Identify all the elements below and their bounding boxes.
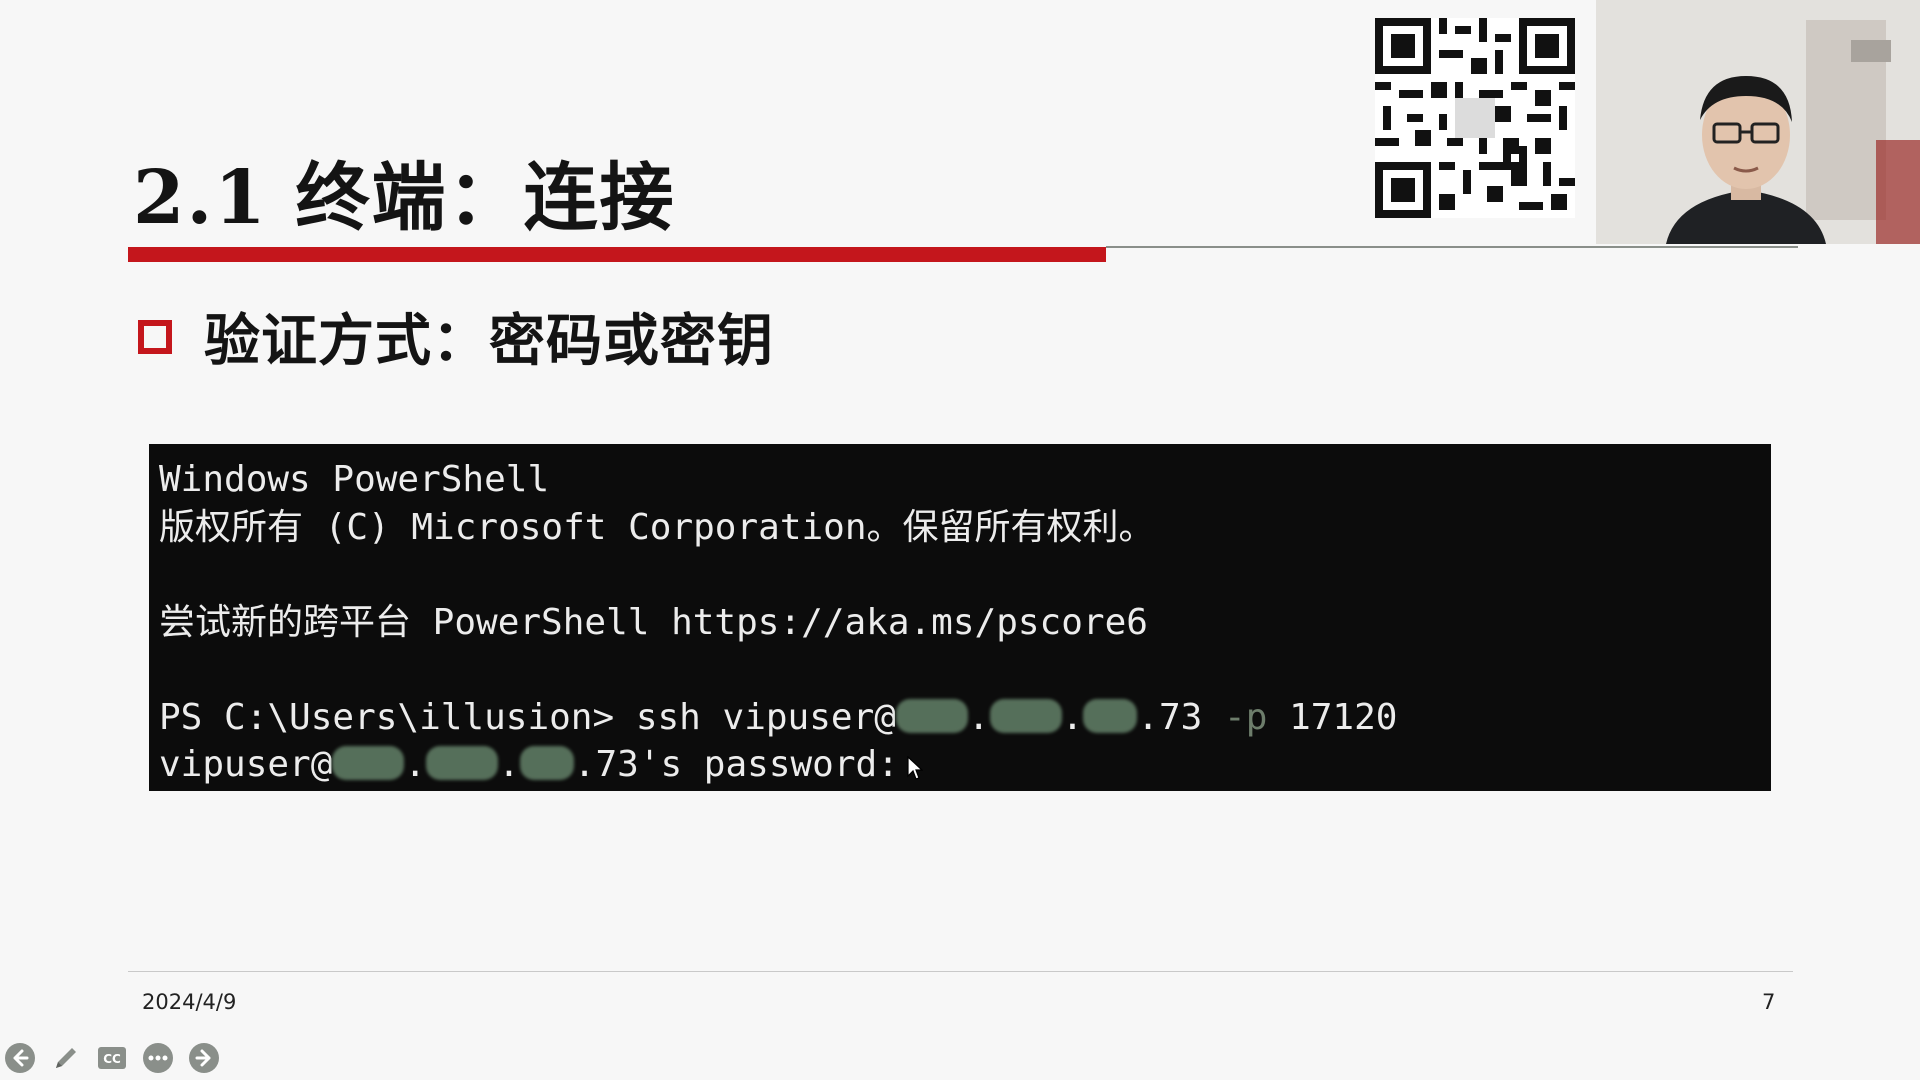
cc-icon: CC xyxy=(98,1047,126,1069)
terminal-line-header: Windows PowerShell xyxy=(159,459,550,500)
redacted-ip-segment xyxy=(1083,698,1138,733)
slide: 2.1 终端：连接 验证方式：密码或密钥 Windows PowerShell … xyxy=(0,0,1920,1080)
terminal-line-copyright: 版权所有 (C) Microsoft Corporation。保留所有权利。 xyxy=(159,506,1155,548)
ssh-command-prefix: PS C:\Users\illusion> ssh vipuser@ xyxy=(159,696,896,738)
ssh-ip-tail: .73 xyxy=(1137,696,1203,738)
pen-tool-button[interactable] xyxy=(50,1042,82,1074)
slide-date: 2024/4/9 xyxy=(142,990,237,1014)
redacted-ip-segment xyxy=(426,746,499,780)
next-slide-button[interactable] xyxy=(188,1042,220,1074)
footer-divider xyxy=(128,971,1793,972)
qr-code-image xyxy=(1375,18,1575,218)
previous-slide-button[interactable] xyxy=(4,1042,36,1074)
ssh-port-flag: -p xyxy=(1224,696,1268,738)
slide-title: 2.1 终端：连接 xyxy=(133,155,676,241)
terminal-ssh-command: PS C:\Users\illusion> ssh vipuser@.. .73 … xyxy=(159,696,1398,738)
terminal-password-prompt: vipuser@.. .73's password: xyxy=(159,741,1771,789)
redacted-ip-segment xyxy=(989,698,1062,733)
mouse-cursor-icon xyxy=(907,747,924,795)
bullet-item: 验证方式：密码或密钥 xyxy=(138,296,774,377)
svg-text:CC: CC xyxy=(103,1052,121,1066)
presentation-controls: CC xyxy=(4,1042,220,1074)
more-icon xyxy=(143,1043,173,1073)
password-user: vipuser@ xyxy=(159,744,333,785)
powershell-terminal: Windows PowerShell 版权所有 (C) Microsoft Co… xyxy=(149,444,1771,791)
presenter-webcam xyxy=(1596,0,1920,244)
bullet-square-icon xyxy=(138,319,172,354)
terminal-line-pscore: 尝试新的跨平台 PowerShell https://aka.ms/pscore… xyxy=(159,601,1148,643)
password-prompt-text: .73's password: xyxy=(573,744,899,785)
redacted-ip-segment xyxy=(895,698,968,733)
redacted-ip-segment xyxy=(519,746,574,780)
pen-icon xyxy=(56,1048,76,1068)
more-options-button[interactable] xyxy=(142,1042,174,1074)
bullet-text: 验证方式：密码或密钥 xyxy=(204,308,774,374)
ssh-port-value: 17120 xyxy=(1289,696,1398,738)
title-underline-red xyxy=(128,247,1106,262)
arrow-left-icon xyxy=(5,1043,35,1073)
title-underline-thin xyxy=(1106,246,1798,248)
arrow-right-icon xyxy=(189,1043,219,1073)
redacted-ip-segment xyxy=(332,746,405,780)
captions-button[interactable]: CC xyxy=(96,1042,128,1074)
slide-page-number: 7 xyxy=(1762,990,1776,1014)
